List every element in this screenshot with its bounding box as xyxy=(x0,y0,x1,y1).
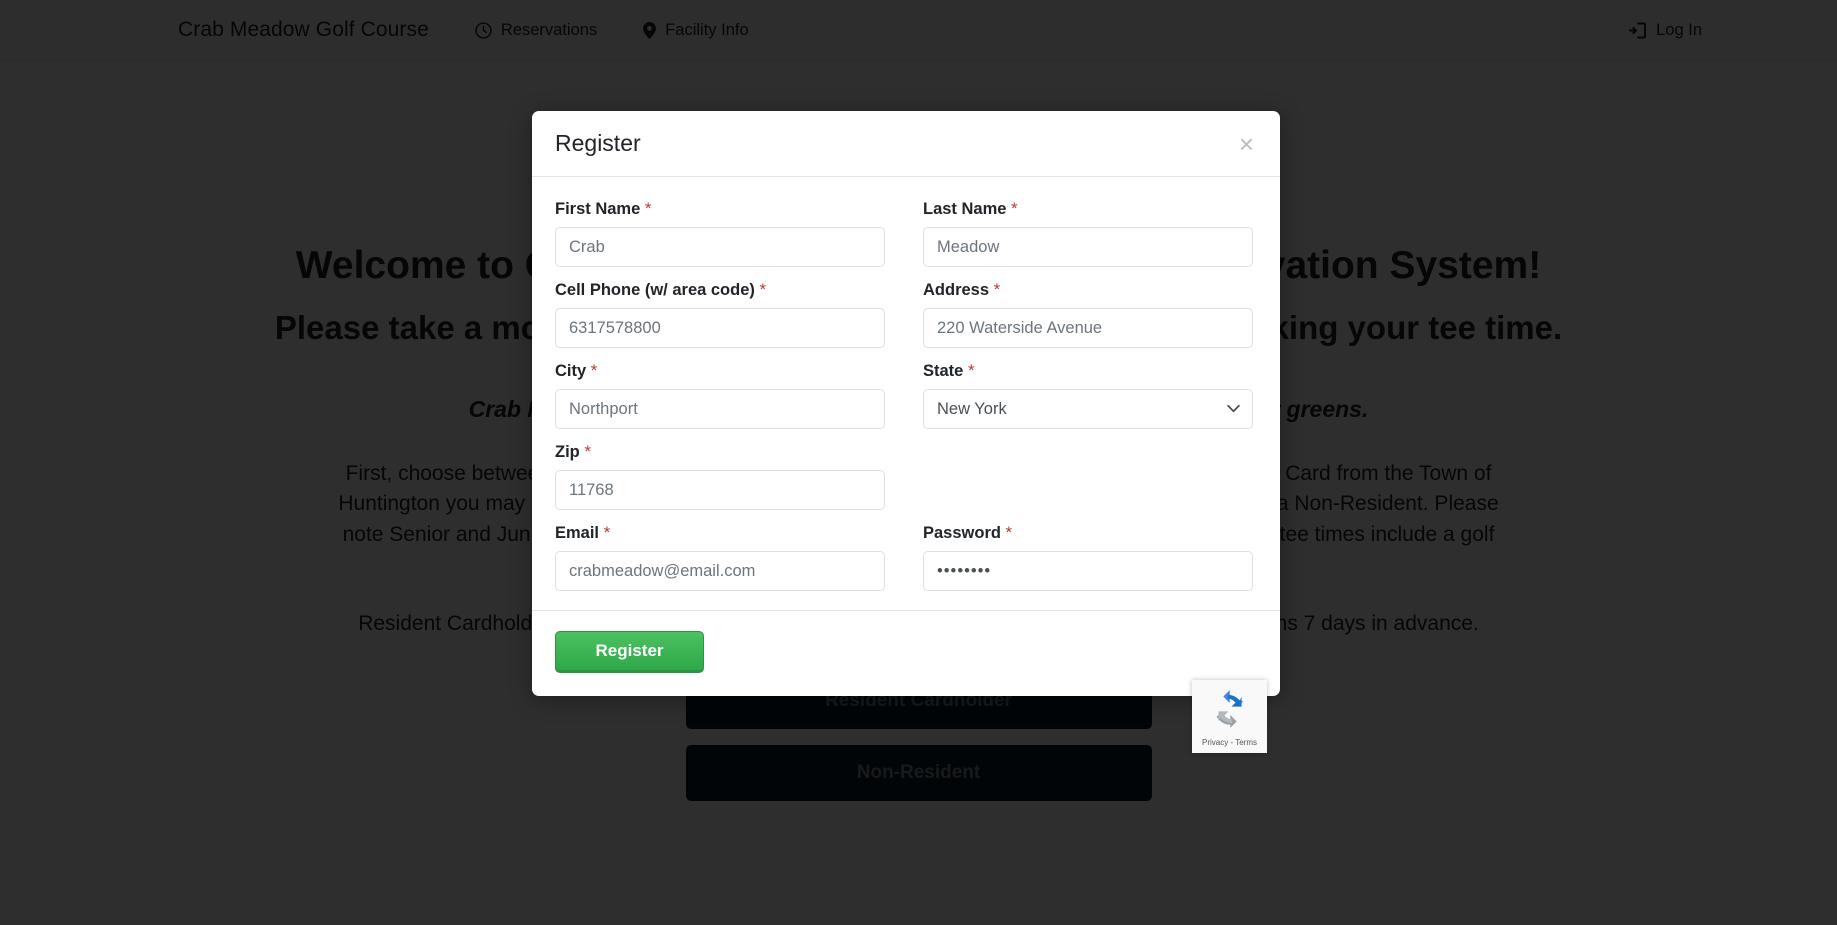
modal-header: Register × xyxy=(532,111,1280,177)
password-label-text: Password xyxy=(923,524,1001,542)
state-select-wrapper: New York xyxy=(923,389,1253,429)
cell-phone-label: Cell Phone (w/ area code) * xyxy=(555,280,885,300)
city-label: City * xyxy=(555,361,885,381)
address-label-text: Address xyxy=(923,281,990,299)
required-asterisk: * xyxy=(1005,523,1013,542)
city-label-text: City xyxy=(555,362,587,380)
form-row-zip: Zip * xyxy=(555,442,1257,523)
field-state: State * New York xyxy=(923,361,1253,442)
zip-input[interactable] xyxy=(555,470,885,510)
first-name-input[interactable] xyxy=(555,227,885,267)
required-asterisk: * xyxy=(590,361,598,380)
zip-label: Zip * xyxy=(555,442,885,462)
required-asterisk: * xyxy=(603,523,611,542)
required-asterisk: * xyxy=(967,361,975,380)
modal-footer: Register xyxy=(532,610,1280,696)
required-asterisk: * xyxy=(584,442,591,461)
required-asterisk: * xyxy=(759,280,767,299)
form-row-phone-address: Cell Phone (w/ area code) * Address * xyxy=(555,280,1257,361)
field-zip: Zip * xyxy=(555,442,885,523)
field-address: Address * xyxy=(923,280,1253,361)
recaptcha-icon xyxy=(1208,687,1252,736)
first-name-label: First Name * xyxy=(555,199,885,219)
field-email: Email * xyxy=(555,523,885,604)
zip-label-text: Zip xyxy=(555,443,580,461)
register-modal: Register × First Name * Last Name * xyxy=(532,111,1280,696)
form-row-email-password: Email * Password * xyxy=(555,523,1257,604)
form-row-names: First Name * Last Name * xyxy=(555,199,1257,280)
field-last-name: Last Name * xyxy=(923,199,1253,280)
password-input[interactable] xyxy=(923,551,1253,591)
required-asterisk: * xyxy=(644,199,652,218)
state-label: State * xyxy=(923,361,1253,381)
address-label: Address * xyxy=(923,280,1253,300)
address-input[interactable] xyxy=(923,308,1253,348)
state-select[interactable]: New York xyxy=(923,389,1253,429)
form-row-city-state: City * State * New York xyxy=(555,361,1257,442)
email-input[interactable] xyxy=(555,551,885,591)
last-name-label-text: Last Name xyxy=(923,200,1007,218)
field-password: Password * xyxy=(923,523,1253,604)
password-label: Password * xyxy=(923,523,1253,543)
modal-title: Register xyxy=(555,130,641,156)
last-name-input[interactable] xyxy=(923,227,1253,267)
modal-body: First Name * Last Name * xyxy=(532,177,1280,610)
close-icon[interactable]: × xyxy=(1233,130,1260,158)
cell-phone-input[interactable] xyxy=(555,308,885,348)
state-label-text: State xyxy=(923,362,964,380)
last-name-label: Last Name * xyxy=(923,199,1253,219)
cell-phone-label-text: Cell Phone (w/ area code) xyxy=(555,281,755,299)
form-row-zip-spacer xyxy=(923,442,1253,523)
email-label: Email * xyxy=(555,523,885,543)
field-cell-phone: Cell Phone (w/ area code) * xyxy=(555,280,885,361)
field-city: City * xyxy=(555,361,885,442)
recaptcha-badge[interactable]: Privacy - Terms xyxy=(1192,680,1267,753)
first-name-label-text: First Name xyxy=(555,200,641,218)
recaptcha-terms-label[interactable]: Privacy - Terms xyxy=(1202,738,1257,747)
city-input[interactable] xyxy=(555,389,885,429)
email-label-text: Email xyxy=(555,524,600,542)
field-first-name: First Name * xyxy=(555,199,885,280)
required-asterisk: * xyxy=(1011,199,1018,218)
required-asterisk: * xyxy=(993,280,1001,299)
register-submit-button[interactable]: Register xyxy=(555,630,704,673)
